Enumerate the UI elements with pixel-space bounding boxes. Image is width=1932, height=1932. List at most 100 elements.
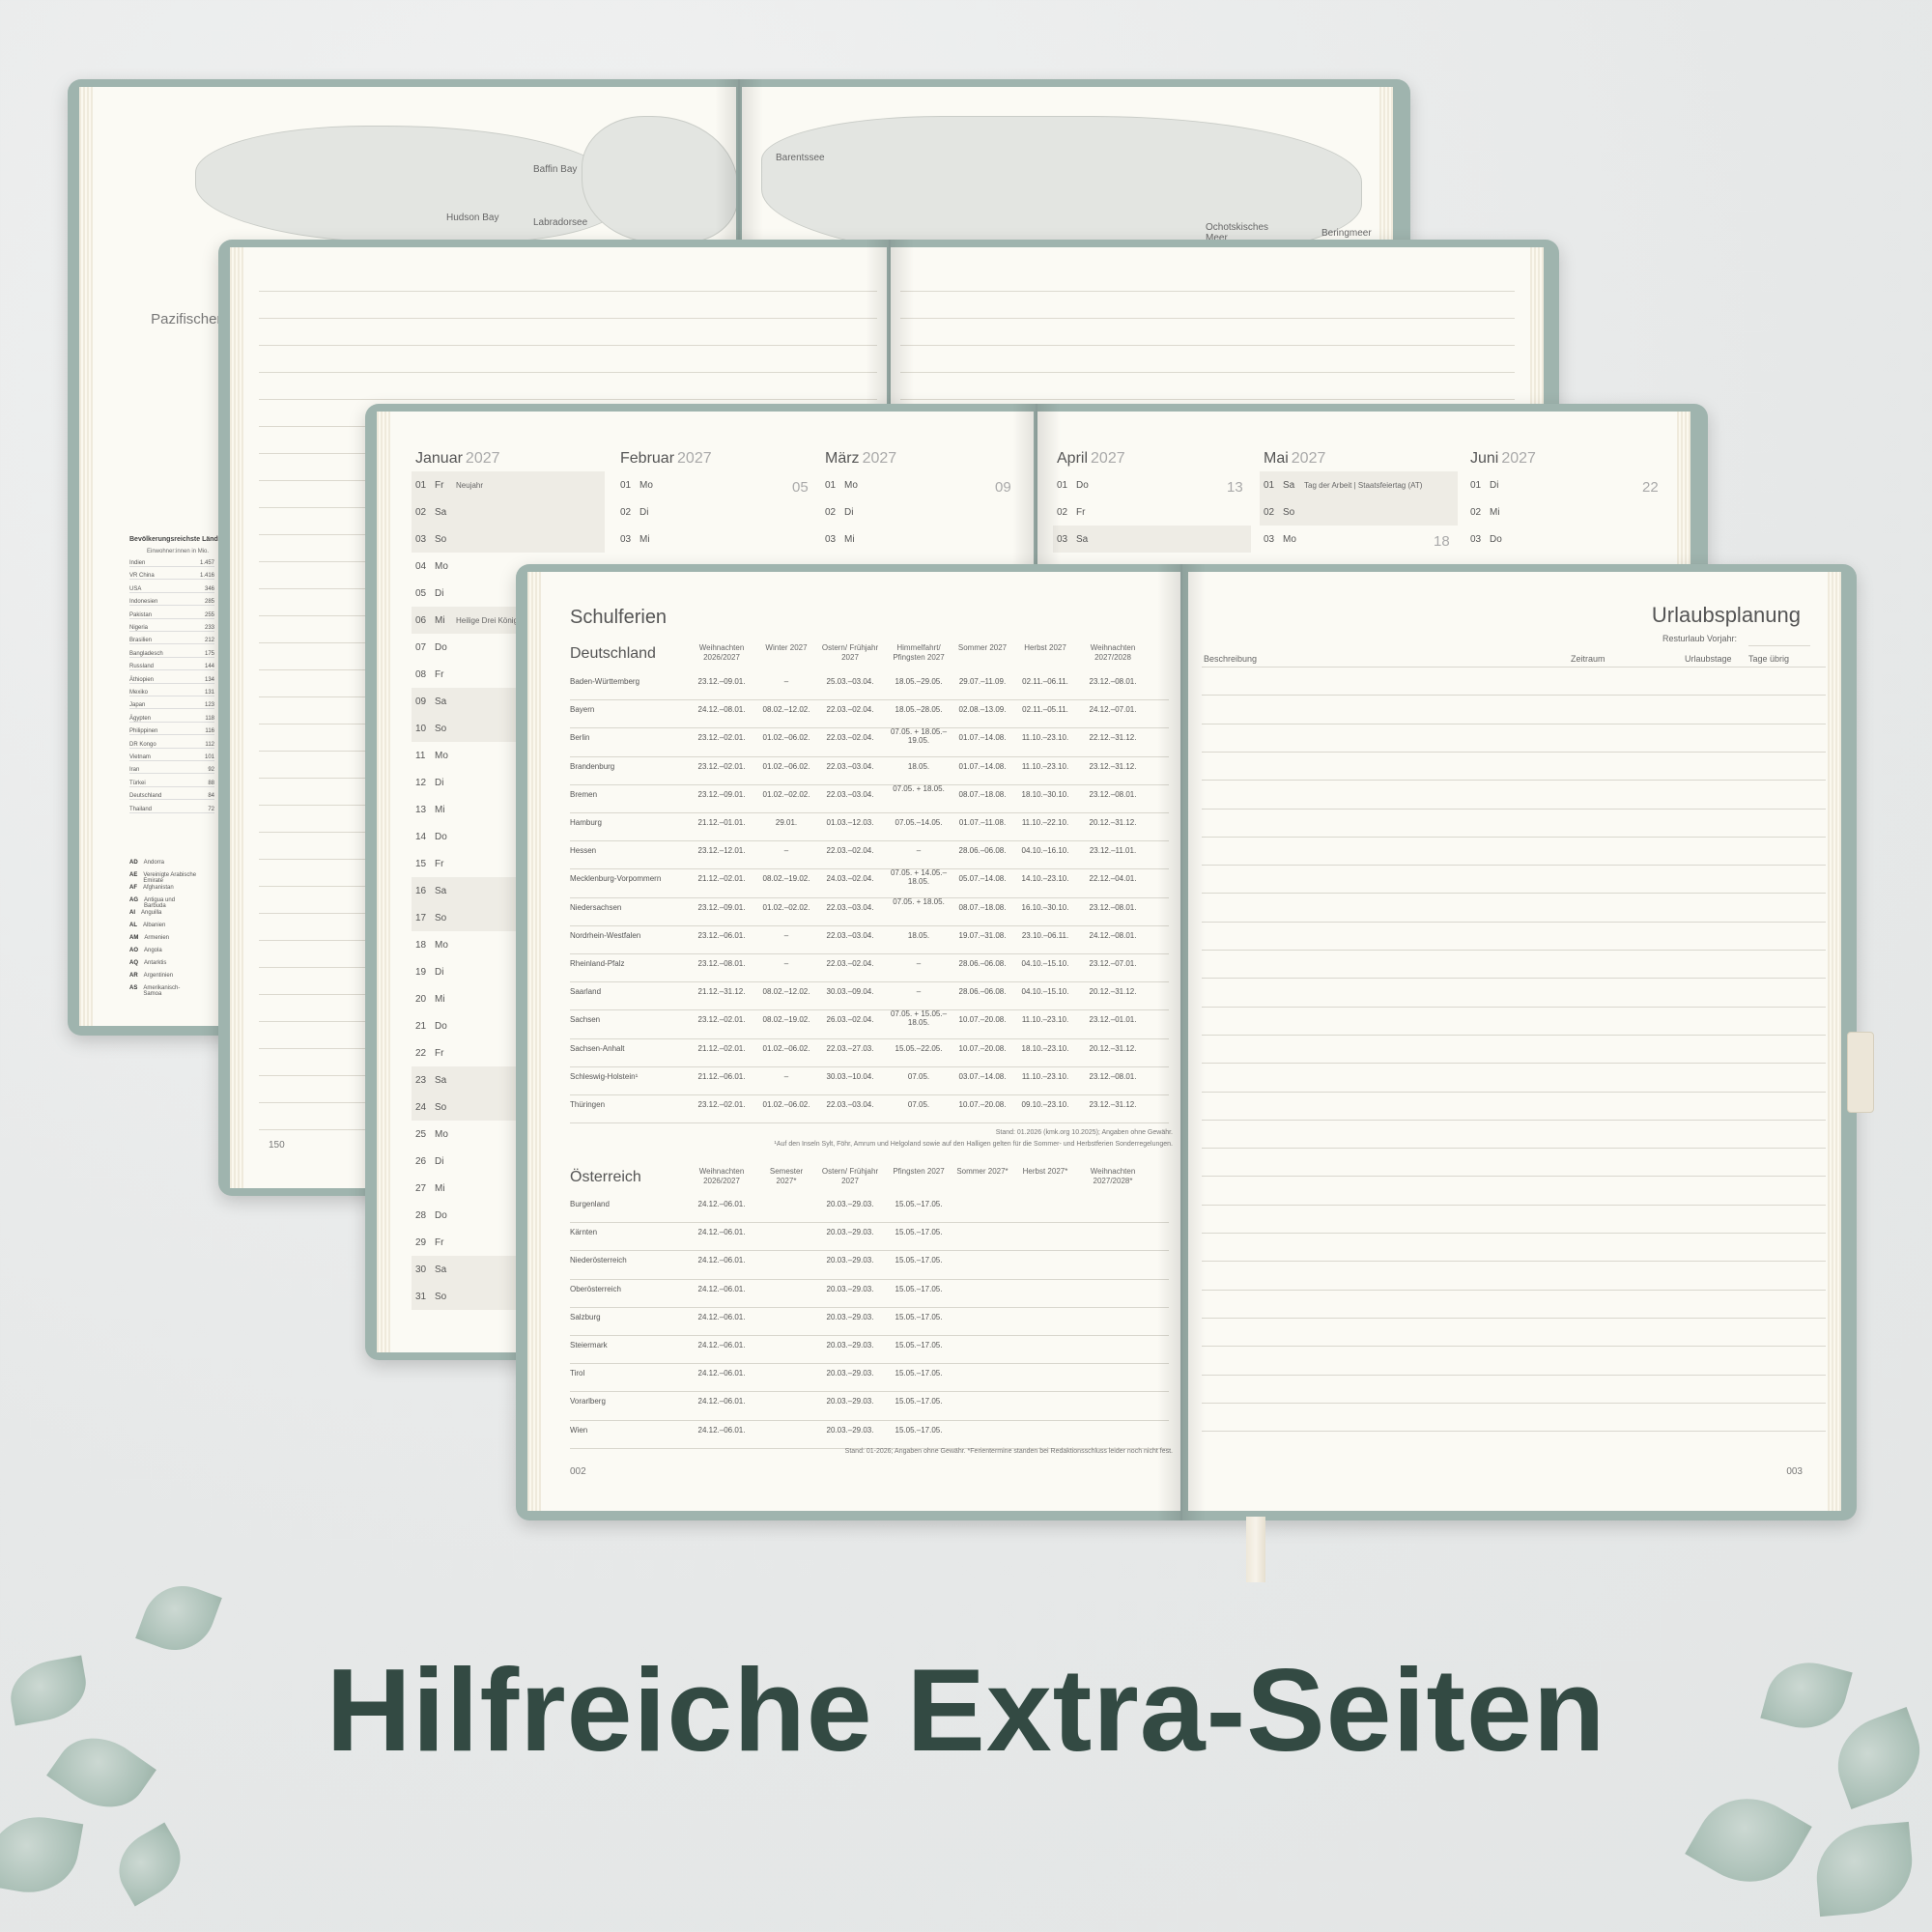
vacation-row-line (1202, 1034, 1826, 1036)
headline: Hilfreiche Extra-Seiten (326, 1644, 1606, 1776)
vacation-row-line (1202, 1261, 1826, 1263)
germany-date: 23.12.–01.01. (1089, 1015, 1137, 1025)
population-country: Nigeria (129, 625, 149, 631)
population-value: 72 (208, 806, 214, 812)
population-row: Japan 123 (129, 702, 214, 710)
germany-date: 23.12.–31.12. (1089, 1100, 1137, 1109)
germany-date: 07.05. + 15.05.– 18.05. (890, 1009, 948, 1028)
germany-state: Hessen (570, 846, 597, 856)
country-name: Angola (144, 948, 162, 953)
austria-row-divider (570, 1278, 1169, 1280)
vacation-row-line (1202, 1148, 1826, 1150)
day-number: 31 (415, 1291, 427, 1302)
vacation-row-line (1202, 1431, 1826, 1433)
population-value: 92 (208, 767, 214, 774)
day-number: 20 (415, 993, 427, 1005)
austria-footnote: Stand: 01-2026; Angaben ohne Gewähr. *Fe… (844, 1448, 1173, 1455)
weekday: Di (435, 587, 444, 599)
vacation-row-line (1202, 1233, 1826, 1234)
germany-state: Mecklenburg-Vorpommern (570, 874, 662, 884)
day-row: 01 Mo (616, 471, 814, 498)
day-row: 01 Sa Tag der Arbeit | Staatsfeiertag (AT) (1260, 471, 1458, 498)
germany-col-header: Weihnachten 2026/2027 (698, 643, 745, 662)
germany-date: 01.02.–06.02. (762, 1100, 810, 1109)
header-tage-uebrig: Tage übrig (1748, 654, 1790, 664)
germany-date: 24.12.–07.01. (1089, 705, 1137, 715)
austria-state: Oberösterreich (570, 1284, 621, 1293)
germany-date: 23.12.–07.01. (1089, 959, 1137, 968)
day-number: 01 (415, 479, 427, 491)
population-row: Ägypten 118 (129, 716, 214, 723)
day-number: 17 (415, 912, 427, 923)
population-value: 212 (204, 638, 214, 644)
day-number: 03 (415, 533, 427, 545)
population-country: Russland (129, 664, 155, 670)
weekday: Di (639, 506, 649, 518)
germany-row-divider (570, 783, 1169, 785)
weekday: Fr (435, 479, 444, 491)
day-number: 13 (415, 804, 427, 815)
country-name: Armenien (144, 935, 170, 941)
germany-date: 24.12.–08.01. (697, 705, 746, 715)
day-number: 03 (825, 533, 837, 545)
germany-date: 22.03.–03.04. (826, 789, 874, 799)
weekday: So (435, 1101, 447, 1113)
population-country: DR Kongo (129, 741, 156, 748)
day-row: 01 Do (1053, 471, 1251, 498)
country-code-row: AR Argentinien (129, 973, 197, 979)
day-number: 02 (825, 506, 837, 518)
country-code: AS (129, 985, 138, 991)
germany-footnote-source: Stand: 01.2026 (kmk.org 10.2025); Angabe… (995, 1129, 1173, 1136)
population-value: 116 (205, 728, 214, 735)
population-value: 255 (204, 611, 214, 618)
germany-date: 22.03.–03.04. (826, 1100, 874, 1109)
day-number: 19 (415, 966, 427, 978)
austria-row-divider (570, 1363, 1169, 1365)
germany-date: – (916, 987, 922, 997)
population-country: Vietnam (129, 754, 151, 760)
vacation-row-line (1202, 893, 1826, 895)
population-country: Indien (129, 560, 146, 566)
austria-date: 24.12.–06.01. (697, 1425, 746, 1435)
austria-date: 20.03.–29.03. (826, 1397, 874, 1406)
country-code: AR (129, 973, 138, 979)
day-number: 01 (1264, 479, 1275, 491)
austria-heading: Österreich (570, 1169, 641, 1185)
germany-date: 22.12.–31.12. (1089, 733, 1137, 743)
population-country: Philippinen (129, 728, 158, 735)
germany-date: 16.10.–30.10. (1021, 902, 1069, 912)
page-number-003: 003 (1786, 1466, 1803, 1477)
austria-date: 15.05.–17.05. (895, 1369, 943, 1378)
germany-date: 22.03.–03.04. (826, 761, 874, 771)
weekday: Do (435, 831, 447, 842)
weekday: Mi (844, 533, 855, 545)
germany-date: 22.03.–02.04. (826, 846, 874, 856)
population-country: Iran (129, 767, 140, 774)
germany-row-divider (570, 981, 1169, 983)
day-number: 23 (415, 1074, 427, 1086)
day-row: 03 Mi (616, 526, 814, 553)
germany-date: 18.05. (907, 761, 930, 771)
day-number: 25 (415, 1128, 427, 1140)
population-value: 144 (204, 664, 214, 670)
austria-col-header: Sommer 2027* (956, 1167, 1009, 1176)
country-code: AF (129, 885, 137, 891)
population-row: Äthiopien 134 (129, 677, 214, 684)
vacation-row-line (1202, 1006, 1826, 1008)
day-number: 27 (415, 1182, 427, 1194)
germany-date: 07.05. (907, 1100, 930, 1109)
austria-date: 15.05.–17.05. (895, 1228, 943, 1237)
population-value: 1.457 (199, 560, 214, 566)
weekday: Di (435, 1155, 444, 1167)
austria-row-divider (570, 1391, 1169, 1393)
population-value: 346 (204, 585, 214, 592)
day-number: 21 (415, 1020, 427, 1032)
month-title-april: April 2027 (1057, 450, 1125, 467)
germany-state: Sachsen (570, 1015, 601, 1025)
map-label-hudson: Hudson Bay (446, 213, 499, 223)
vacation-row-line (1202, 950, 1826, 951)
germany-date: 21.12.–02.01. (697, 1043, 746, 1053)
austria-col-header: Ostern/ Frühjahr 2027 (821, 1167, 879, 1185)
austria-state: Steiermark (570, 1341, 608, 1350)
weekday: Mo (639, 479, 653, 491)
